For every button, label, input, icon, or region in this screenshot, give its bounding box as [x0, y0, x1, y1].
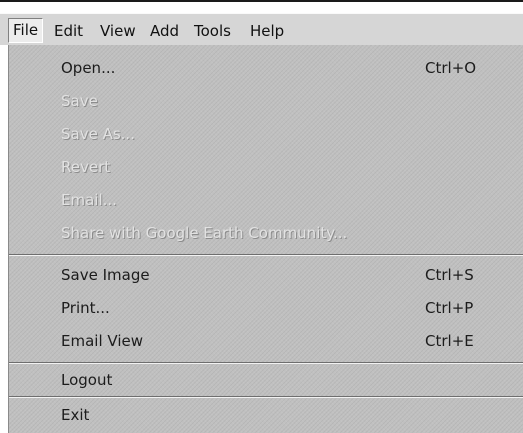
menu-item-save-as-label: Save As... [61, 125, 135, 143]
menu-separator [9, 396, 523, 398]
menu-file[interactable]: File [8, 18, 44, 43]
menu-item-logout-label: Logout [61, 371, 113, 389]
menu-item-open[interactable]: Open... Ctrl+O [9, 53, 523, 83]
menu-item-share-label: Share with Google Earth Community... [61, 224, 348, 242]
menu-item-save: Save [9, 86, 523, 116]
menu-add[interactable]: Add [146, 20, 183, 42]
menu-tools[interactable]: Tools [190, 20, 235, 42]
menu-item-save-image[interactable]: Save Image Ctrl+S [9, 260, 523, 290]
menu-item-exit-label: Exit [61, 406, 90, 424]
menu-item-revert: Revert [9, 152, 523, 182]
menu-edit[interactable]: Edit [50, 20, 87, 42]
menu-item-email-view-shortcut: Ctrl+E [425, 332, 474, 350]
menu-bar: File Edit View Add Tools Help [0, 13, 523, 45]
menu-item-email-view[interactable]: Email View Ctrl+E [9, 326, 523, 356]
menu-item-logout[interactable]: Logout [9, 365, 523, 395]
menu-item-email-label: Email... [61, 191, 117, 209]
menu-item-open-label: Open... [61, 59, 116, 77]
menu-view[interactable]: View [96, 20, 140, 42]
menu-item-print-label: Print... [61, 299, 110, 317]
menu-item-share: Share with Google Earth Community... [9, 218, 523, 248]
menu-item-save-image-label: Save Image [61, 266, 150, 284]
menu-item-print[interactable]: Print... Ctrl+P [9, 293, 523, 323]
menu-item-save-label: Save [61, 92, 98, 110]
menu-item-exit[interactable]: Exit [9, 400, 523, 430]
menu-separator [9, 254, 523, 256]
menu-item-save-image-shortcut: Ctrl+S [425, 266, 474, 284]
menu-item-email: Email... [9, 185, 523, 215]
menu-item-revert-label: Revert [61, 158, 111, 176]
menu-item-print-shortcut: Ctrl+P [425, 299, 474, 317]
menu-separator [9, 362, 523, 364]
window-top-border [0, 0, 523, 2]
menu-item-email-view-label: Email View [61, 332, 143, 350]
menu-item-save-as: Save As... [9, 119, 523, 149]
menu-item-open-shortcut: Ctrl+O [425, 59, 477, 77]
file-menu-dropdown: Open... Ctrl+O Save Save As... Revert Em… [8, 45, 523, 433]
menu-help[interactable]: Help [246, 20, 288, 42]
